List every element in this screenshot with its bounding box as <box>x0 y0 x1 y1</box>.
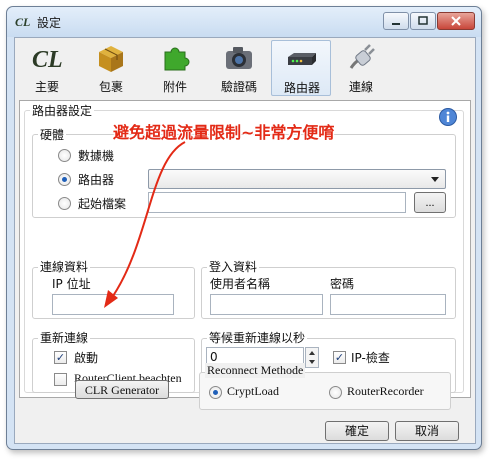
plug-icon <box>349 44 375 69</box>
settings-window: CL 設定 CL 主要 包裹 附件 驗證碼 路由器 連線 路由器設定 硬體 數據… <box>6 6 482 450</box>
ip-check-checkbox[interactable]: ✓ <box>333 351 346 364</box>
chevron-down-icon <box>431 177 439 182</box>
connection-info-title: 連線資料 <box>38 258 91 275</box>
router-settings-panel: 路由器設定 硬體 數據機 路由器 起始檔案 ... 連線資料 IP 位址 登入資… <box>19 100 471 398</box>
username-label: 使用者名稱 <box>210 277 271 291</box>
start-file-input[interactable] <box>148 192 406 213</box>
tab-main[interactable]: CL 主要 <box>19 40 75 96</box>
enable-reconnect-checkbox[interactable]: ✓ <box>54 351 67 364</box>
ip-check-label: IP-檢查 <box>351 351 390 365</box>
puzzle-piece-icon <box>164 47 190 71</box>
tab-main-label: 主要 <box>34 80 59 94</box>
minimize-icon <box>392 23 400 25</box>
router-settings-title: 路由器設定 <box>30 102 95 119</box>
routerrecorder-label: RouterRecorder <box>347 384 424 398</box>
maximize-button[interactable] <box>410 12 436 30</box>
wait-seconds-value: 0 <box>210 350 218 364</box>
tab-packages[interactable]: 包裹 <box>83 40 139 96</box>
tab-packages-label: 包裹 <box>98 80 123 94</box>
wait-title: 等候重新連線以秒 <box>207 329 308 346</box>
wait-seconds-spinner[interactable] <box>305 347 319 368</box>
spinner-arrows-icon <box>309 351 315 364</box>
router-radio[interactable] <box>58 173 71 186</box>
checkmark-icon: ✓ <box>55 351 66 364</box>
svg-text:CL: CL <box>32 47 63 73</box>
tab-router-label: 路由器 <box>283 81 320 95</box>
start-file-label: 起始檔案 <box>78 197 127 211</box>
tab-addons[interactable]: 附件 <box>147 40 203 96</box>
window-title: 設定 <box>37 16 62 30</box>
info-icon[interactable] <box>438 107 458 127</box>
router-icon <box>288 53 316 65</box>
cryptload-radio[interactable] <box>209 386 222 399</box>
annotation-text: 避免超過流量限制~非常方便唷 <box>113 123 335 142</box>
routerclient-checkbox[interactable] <box>54 373 67 386</box>
cl-logo-icon: CL <box>32 47 63 73</box>
modem-radio[interactable] <box>58 149 71 162</box>
modem-label: 數據機 <box>78 149 115 163</box>
minimize-button[interactable] <box>383 12 409 30</box>
close-button[interactable] <box>437 12 475 30</box>
ip-address-label: IP 位址 <box>52 277 91 291</box>
password-label: 密碼 <box>330 277 355 291</box>
browse-button[interactable]: ... <box>414 192 446 213</box>
tab-captcha[interactable]: 驗證碼 <box>211 40 267 96</box>
tab-captcha-label: 驗證碼 <box>220 80 257 94</box>
clr-generator-button[interactable]: CLR Generator <box>75 380 169 399</box>
tab-addons-label: 附件 <box>162 80 187 94</box>
username-input[interactable] <box>210 294 323 315</box>
reconnect-method-title: Reconnect Methode <box>205 363 306 378</box>
title-bar: CL 設定 <box>7 7 481 37</box>
checkmark-icon: ✓ <box>334 351 345 364</box>
ip-address-input[interactable] <box>52 294 174 315</box>
tab-router[interactable]: 路由器 <box>271 40 331 96</box>
password-input[interactable] <box>330 294 446 315</box>
camera-icon <box>226 47 252 69</box>
cryptload-label: CryptLoad <box>227 384 279 398</box>
app-logo-icon: CL <box>15 15 30 28</box>
cancel-button[interactable]: 取消 <box>395 421 459 441</box>
ok-button[interactable]: 確定 <box>325 421 389 441</box>
login-info-title: 登入資料 <box>207 258 260 275</box>
package-icon <box>99 46 123 72</box>
router-select[interactable] <box>148 169 446 189</box>
router-label: 路由器 <box>78 173 115 187</box>
routerrecorder-radio[interactable] <box>329 386 342 399</box>
reconnect-title: 重新連線 <box>38 329 91 346</box>
hardware-title: 硬體 <box>38 126 67 143</box>
category-toolbar: CL 主要 包裹 附件 驗證碼 路由器 連線 <box>15 38 475 100</box>
client-area: CL 主要 包裹 附件 驗證碼 路由器 連線 路由器設定 硬體 數據機 路由器 … <box>14 37 476 444</box>
maximize-icon <box>418 16 428 25</box>
svg-text:CL: CL <box>15 15 30 28</box>
start-file-radio[interactable] <box>58 197 71 210</box>
close-icon <box>451 16 461 26</box>
enable-reconnect-label: 啟動 <box>74 351 99 365</box>
tab-connection-label: 連線 <box>348 80 373 94</box>
tab-connection[interactable]: 連線 <box>333 40 389 96</box>
